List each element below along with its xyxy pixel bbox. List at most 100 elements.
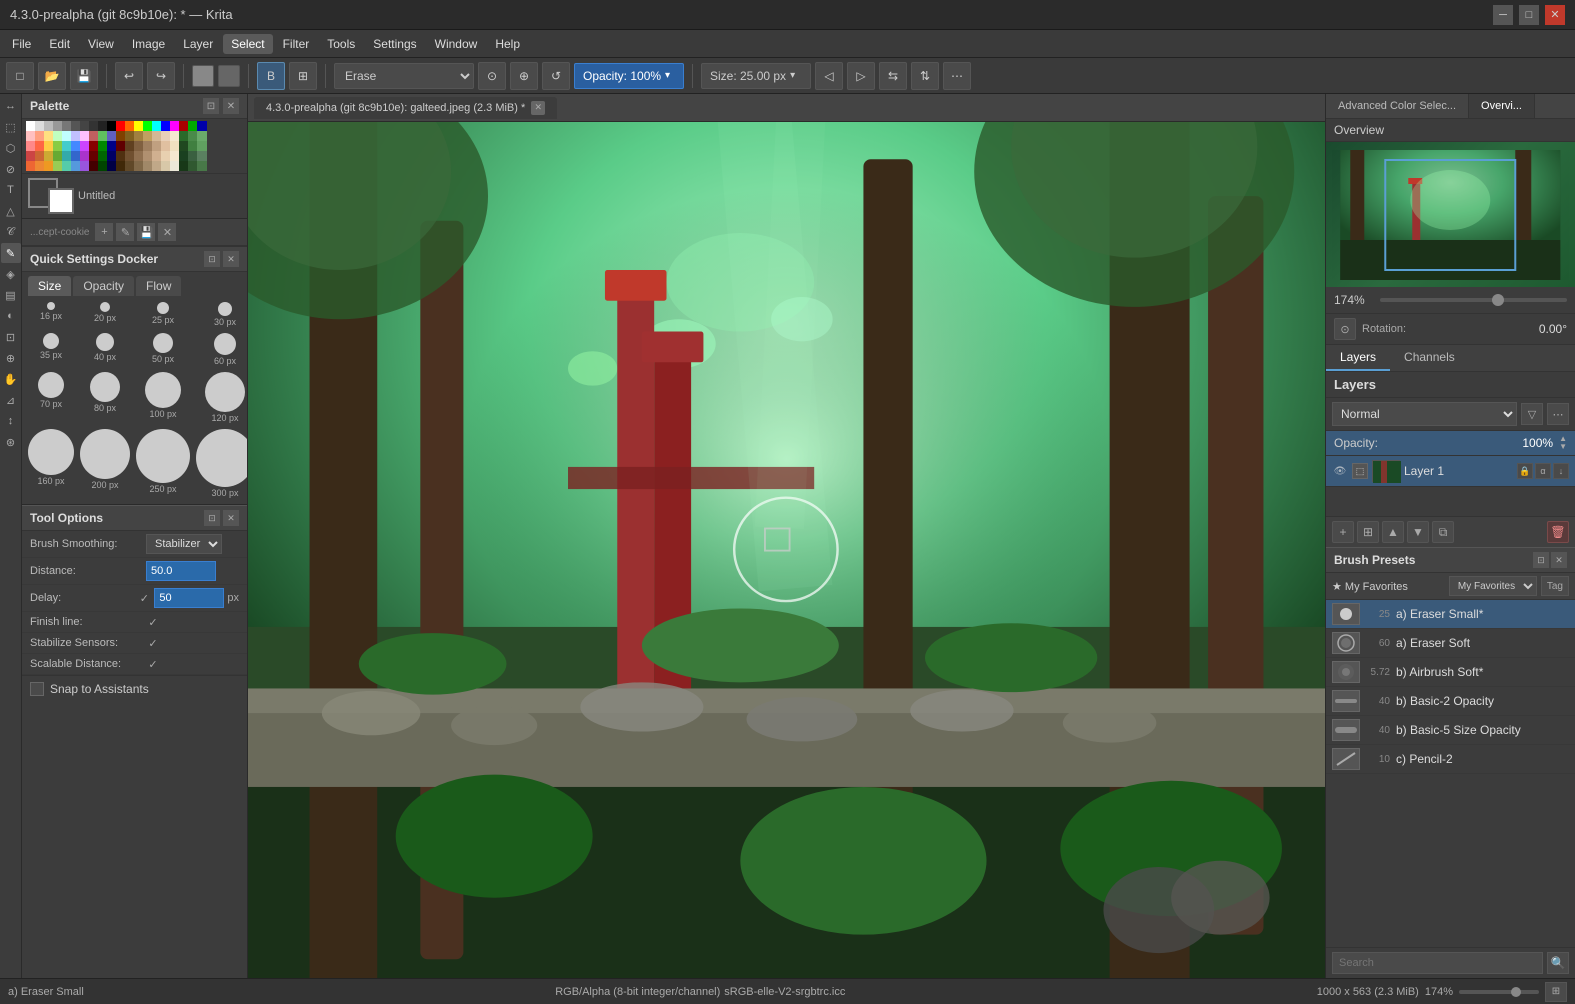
menu-layer[interactable]: Layer: [175, 34, 221, 54]
layer-item-1[interactable]: 👁 ⬚ Layer 1 🔒 α ↓: [1326, 456, 1575, 487]
brush-size-160[interactable]: 160 px: [26, 427, 76, 500]
fg-bg-colors[interactable]: [28, 178, 74, 214]
brush-size-25[interactable]: 25 px: [134, 300, 192, 329]
brush-size-80[interactable]: 80 px: [78, 370, 132, 425]
brush-size-50[interactable]: 50 px: [134, 331, 192, 368]
distance-input[interactable]: [146, 561, 216, 581]
menu-settings[interactable]: Settings: [365, 34, 424, 54]
brush-size-40[interactable]: 40 px: [78, 331, 132, 368]
new-doc-button[interactable]: □: [6, 62, 34, 90]
layer-name[interactable]: Layer 1: [1404, 464, 1513, 478]
save-button[interactable]: 💾: [70, 62, 98, 90]
close-button[interactable]: ✕: [1545, 5, 1565, 25]
delay-checkbox[interactable]: ✓: [137, 591, 151, 605]
brush-size-300[interactable]: 300 px: [194, 427, 247, 500]
layer-lock-button[interactable]: 🔒: [1517, 463, 1533, 479]
tool-crop[interactable]: ⊡: [1, 327, 21, 347]
swatch[interactable]: [197, 141, 207, 151]
edit-resource-button[interactable]: ✎: [116, 223, 134, 241]
preset-pencil-2[interactable]: 10 c) Pencil-2: [1326, 745, 1575, 774]
duplicate-layer-button[interactable]: ⧉: [1432, 521, 1454, 543]
swatch[interactable]: [197, 121, 207, 131]
canvas-tab-close-button[interactable]: ✕: [531, 101, 545, 115]
save-resource-button[interactable]: 💾: [137, 223, 155, 241]
tab-channels[interactable]: Channels: [1390, 345, 1469, 371]
delete-resource-button[interactable]: ✕: [158, 223, 176, 241]
rotation-icon[interactable]: ⊙: [1334, 318, 1356, 340]
size-dropdown-arrow[interactable]: ▾: [790, 70, 795, 81]
blend-more-button[interactable]: ⋯: [1547, 403, 1569, 425]
brush-size-60[interactable]: 60 px: [194, 331, 247, 368]
menu-file[interactable]: File: [4, 34, 39, 54]
tool-zoom[interactable]: ⊕: [1, 348, 21, 368]
tab-opacity[interactable]: Opacity: [73, 276, 134, 296]
fullscreen-button[interactable]: ⊞: [1545, 982, 1567, 1002]
tab-layers[interactable]: Layers: [1326, 345, 1390, 371]
tag-button[interactable]: Tag: [1541, 576, 1569, 596]
size-decrement[interactable]: ◁: [815, 62, 843, 90]
redo-button[interactable]: ↪: [147, 62, 175, 90]
add-resource-button[interactable]: +: [95, 223, 113, 241]
menu-help[interactable]: Help: [487, 34, 528, 54]
swatch[interactable]: [197, 151, 207, 161]
layer-up-button[interactable]: ▲: [1382, 521, 1404, 543]
brush-smoothing-dropdown[interactable]: Stabilizer: [146, 534, 222, 554]
palette-float-button[interactable]: ⊡: [203, 98, 219, 114]
delay-input[interactable]: [154, 588, 224, 608]
mirror-h-button[interactable]: ⇆: [879, 62, 907, 90]
preset-basic2-opacity[interactable]: 40 b) Basic-2 Opacity: [1326, 687, 1575, 716]
tool-select-rect[interactable]: ⬚: [1, 117, 21, 137]
brush-size-20[interactable]: 20 px: [78, 300, 132, 329]
brush-size-200[interactable]: 200 px: [78, 427, 132, 500]
tab-flow[interactable]: Flow: [136, 276, 181, 296]
fg-color-button[interactable]: [192, 65, 214, 87]
menu-window[interactable]: Window: [427, 34, 486, 54]
tool-assistant[interactable]: ⊿: [1, 390, 21, 410]
tool-select-poly[interactable]: ⬡: [1, 138, 21, 158]
brush-size-250[interactable]: 250 px: [134, 427, 192, 500]
bg-color-button[interactable]: [218, 65, 240, 87]
to-close-button[interactable]: ✕: [223, 510, 239, 526]
menu-select[interactable]: Select: [223, 34, 272, 54]
qs-float-button[interactable]: ⊡: [204, 251, 220, 267]
preset-eraser-small[interactable]: 25 a) Eraser Small*: [1326, 600, 1575, 629]
tab-overview[interactable]: Overvi...: [1469, 94, 1535, 118]
layer-alpha-button[interactable]: α: [1535, 463, 1551, 479]
opacity-control[interactable]: Opacity: 100% ▾: [574, 63, 684, 89]
blend-mode-dropdown[interactable]: Normal: [1332, 402, 1517, 426]
scalable-distance-checkbox[interactable]: ✓: [146, 657, 160, 671]
reset-button[interactable]: ⊙: [478, 62, 506, 90]
brush-mode-button[interactable]: B: [257, 62, 285, 90]
opacity-down-arrow[interactable]: ▼: [1559, 443, 1567, 451]
add-group-button[interactable]: ⊞: [1357, 521, 1379, 543]
blend-filter-button[interactable]: ▽: [1521, 403, 1543, 425]
tool-calligraphy[interactable]: 𝒞: [1, 222, 21, 242]
add-layer-button[interactable]: +: [1332, 521, 1354, 543]
to-float-button[interactable]: ⊡: [204, 510, 220, 526]
palette-close-button[interactable]: ✕: [223, 98, 239, 114]
stabilize-sensors-checkbox[interactable]: ✓: [146, 636, 160, 650]
zoom-slider-track[interactable]: [1459, 990, 1539, 994]
undo-button[interactable]: ↩: [115, 62, 143, 90]
mirror-v-button[interactable]: ⇅: [911, 62, 939, 90]
swatch[interactable]: [197, 161, 207, 171]
brush-size-70[interactable]: 70 px: [26, 370, 76, 425]
tool-pan[interactable]: ✋: [1, 369, 21, 389]
zoom-thumb[interactable]: [1492, 294, 1504, 306]
layer-type-icon[interactable]: ⬚: [1352, 463, 1368, 479]
minimize-button[interactable]: ─: [1493, 5, 1513, 25]
layer-visibility-toggle[interactable]: 👁: [1332, 463, 1348, 479]
menu-view[interactable]: View: [80, 34, 122, 54]
finish-line-checkbox[interactable]: ✓: [146, 615, 160, 629]
tool-brush[interactable]: ✎: [1, 243, 21, 263]
tab-advanced-color[interactable]: Advanced Color Selec...: [1326, 94, 1469, 118]
tool-measure[interactable]: ↕: [1, 411, 21, 431]
tab-size[interactable]: Size: [28, 276, 71, 296]
tool-fill[interactable]: ◈: [1, 264, 21, 284]
layer-inherit-alpha-button[interactable]: ↓: [1553, 463, 1569, 479]
tool-text[interactable]: T: [1, 180, 21, 200]
layer-down-button[interactable]: ▼: [1407, 521, 1429, 543]
delete-layer-button[interactable]: 🗑: [1547, 521, 1569, 543]
more-options-button[interactable]: ⋯: [943, 62, 971, 90]
canvas-content[interactable]: [248, 122, 1325, 978]
